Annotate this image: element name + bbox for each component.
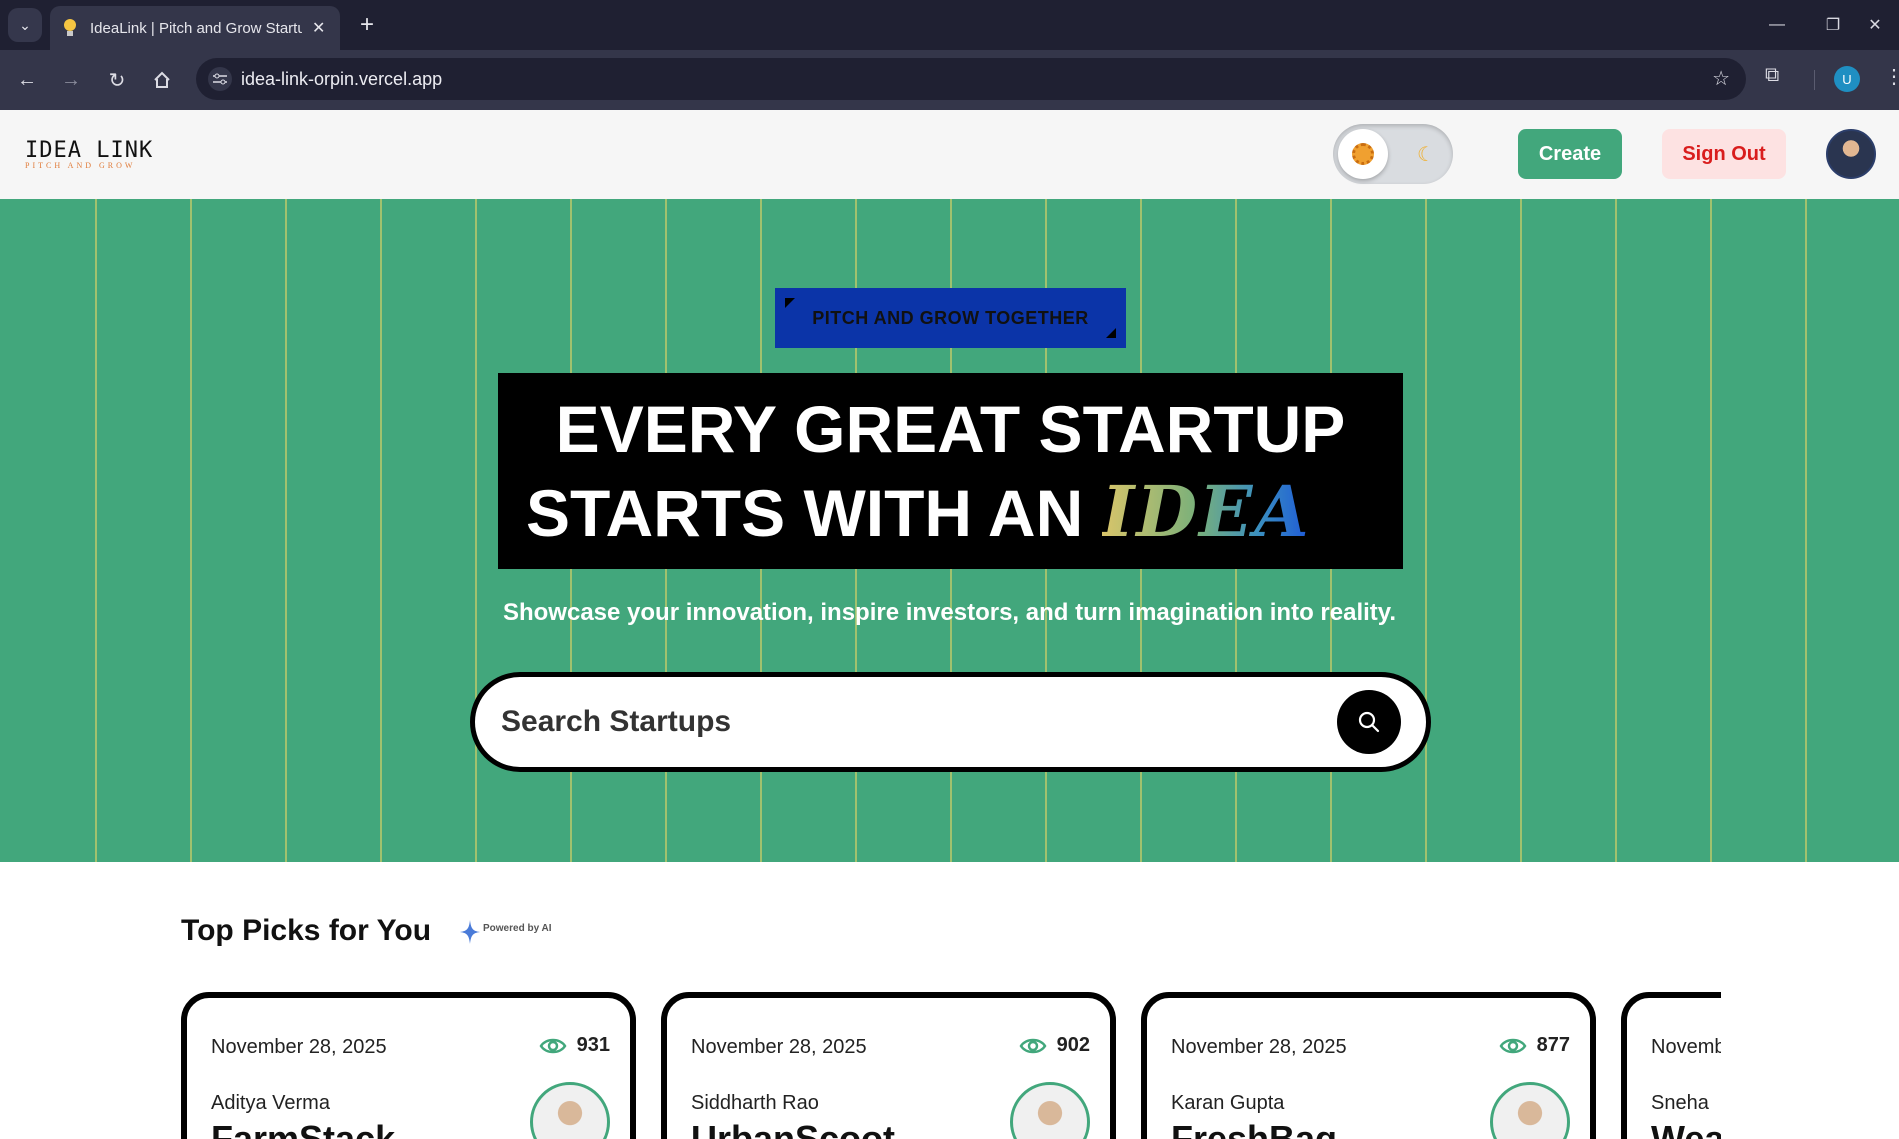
headline-highlight: IDEA bbox=[1101, 470, 1311, 553]
hero-section: PITCH AND GROW TOGETHER EVERY GREAT STAR… bbox=[0, 199, 1899, 862]
card-views-count: 902 bbox=[1056, 1034, 1090, 1056]
sparkle-icon bbox=[460, 920, 480, 944]
card-views: 877 bbox=[1499, 1034, 1570, 1057]
card-author[interactable]: Sneha bbox=[1651, 1092, 1709, 1115]
card-views: 931 bbox=[539, 1034, 610, 1057]
close-window-button[interactable]: ✕ bbox=[1860, 10, 1890, 40]
startup-card[interactable]: November 28, 2025 Sneha Wea bbox=[1621, 992, 1721, 1139]
search-form bbox=[470, 672, 1431, 772]
card-author-avatar[interactable] bbox=[1010, 1082, 1090, 1139]
close-icon[interactable]: ✕ bbox=[312, 18, 325, 38]
site-settings-icon[interactable] bbox=[208, 67, 232, 91]
card-author-avatar[interactable] bbox=[530, 1082, 610, 1139]
toolbar-separator bbox=[1814, 70, 1815, 90]
site-logo[interactable]: IDEA LINK PITCH AND GROW bbox=[25, 140, 153, 170]
new-tab-button[interactable]: + bbox=[352, 10, 382, 40]
card-author[interactable]: Karan Gupta bbox=[1171, 1092, 1284, 1115]
card-title[interactable]: FarmStack bbox=[211, 1118, 395, 1139]
eye-icon bbox=[539, 1038, 567, 1053]
logo-sub: PITCH AND GROW bbox=[25, 161, 136, 170]
hero-stripe bbox=[1615, 199, 1617, 862]
hero-subheadline: Showcase your innovation, inspire invest… bbox=[502, 599, 1397, 626]
hero-stripe bbox=[1710, 199, 1712, 862]
card-title[interactable]: Wea bbox=[1651, 1118, 1721, 1139]
url-text: idea-link-orpin.vercel.app bbox=[241, 69, 443, 89]
hero-tag: PITCH AND GROW TOGETHER bbox=[775, 288, 1126, 348]
tab-search-button[interactable]: ⌄ bbox=[8, 8, 42, 42]
startup-card[interactable]: November 28, 2025 902 Siddharth Rao Urba… bbox=[661, 992, 1116, 1139]
hero-stripe bbox=[1520, 199, 1522, 862]
startup-card[interactable]: November 28, 2025 931 Aditya Verma FarmS… bbox=[181, 992, 636, 1139]
card-title[interactable]: UrbanScoot bbox=[691, 1118, 895, 1139]
headline-line-2: STARTS WITH AN IDEA bbox=[526, 470, 1311, 553]
card-date: November 28, 2025 bbox=[1171, 1036, 1347, 1058]
card-date: November 28, 2025 bbox=[211, 1036, 387, 1058]
logo-main: IDEA LINK bbox=[25, 138, 154, 163]
browser-tab-active[interactable]: IdeaLink | Pitch and Grow Startu ✕ bbox=[50, 6, 340, 50]
headline-line-1: EVERY GREAT STARTUP bbox=[555, 392, 1346, 466]
top-picks-title: Top Picks for You bbox=[181, 914, 432, 947]
hero-headline: EVERY GREAT STARTUP STARTS WITH AN IDEA bbox=[498, 373, 1403, 569]
card-views: 902 bbox=[1019, 1034, 1090, 1057]
address-bar[interactable]: idea-link-orpin.vercel.app ☆ bbox=[196, 58, 1746, 100]
restore-button[interactable]: ❐ bbox=[1818, 10, 1848, 40]
hero-stripe bbox=[95, 199, 97, 862]
search-input[interactable] bbox=[501, 699, 1291, 745]
card-title[interactable]: FreshBag bbox=[1171, 1118, 1337, 1139]
moon-icon: ☾ bbox=[1417, 144, 1435, 166]
extensions-icon[interactable]: ⧉ bbox=[1765, 64, 1779, 87]
bookmark-star-icon[interactable]: ☆ bbox=[1712, 66, 1730, 91]
profile-avatar[interactable]: U bbox=[1834, 66, 1860, 92]
ai-badge: Powered by AI bbox=[458, 918, 552, 951]
create-button[interactable]: Create bbox=[1518, 129, 1622, 179]
hero-tag-text: PITCH AND GROW TOGETHER bbox=[812, 307, 1089, 328]
user-avatar[interactable] bbox=[1826, 129, 1876, 179]
tab-title: IdeaLink | Pitch and Grow Startu bbox=[90, 19, 302, 37]
theme-toggle[interactable]: ☾ bbox=[1333, 124, 1453, 184]
back-icon[interactable]: ← bbox=[12, 65, 42, 95]
browser-tab-bar: ⌄ IdeaLink | Pitch and Grow Startu ✕ + —… bbox=[0, 0, 1899, 50]
search-icon bbox=[1358, 711, 1380, 733]
lightbulb-icon bbox=[62, 18, 78, 38]
minimize-button[interactable]: — bbox=[1762, 10, 1792, 40]
card-author-avatar[interactable] bbox=[1490, 1082, 1570, 1139]
browser-toolbar: ← → ↻ idea-link-orpin.vercel.app ☆ ⧉ U ⋮ bbox=[0, 50, 1899, 110]
hero-stripe bbox=[1805, 199, 1807, 862]
more-menu-icon[interactable]: ⋮ bbox=[1884, 64, 1899, 89]
hero-stripe bbox=[285, 199, 287, 862]
tag-corner-br bbox=[1106, 328, 1116, 338]
home-icon[interactable] bbox=[147, 65, 177, 95]
hero-stripe bbox=[475, 199, 477, 862]
card-date: November 28, 2025 bbox=[1651, 1036, 1721, 1058]
startup-card[interactable]: November 28, 2025 877 Karan Gupta FreshB… bbox=[1141, 992, 1596, 1139]
card-views-count: 931 bbox=[576, 1034, 610, 1056]
sun-icon bbox=[1352, 143, 1374, 165]
eye-icon bbox=[1019, 1038, 1047, 1053]
card-author[interactable]: Siddharth Rao bbox=[691, 1092, 819, 1115]
search-button[interactable] bbox=[1337, 690, 1401, 754]
card-date: November 28, 2025 bbox=[691, 1036, 867, 1058]
hero-stripe bbox=[1425, 199, 1427, 862]
ai-badge-text: Powered by AI bbox=[483, 923, 552, 934]
reload-icon[interactable]: ↻ bbox=[102, 65, 132, 95]
headline-line-2-text: STARTS WITH AN bbox=[526, 476, 1084, 550]
hero-stripe bbox=[380, 199, 382, 862]
card-author[interactable]: Aditya Verma bbox=[211, 1092, 330, 1115]
card-views-count: 877 bbox=[1536, 1034, 1570, 1056]
toggle-knob bbox=[1338, 129, 1388, 179]
chevron-down-icon: ⌄ bbox=[19, 16, 31, 33]
forward-icon[interactable]: → bbox=[56, 65, 86, 95]
hero-stripe bbox=[190, 199, 192, 862]
site-header: IDEA LINK PITCH AND GROW ☾ Create Sign O… bbox=[0, 110, 1899, 199]
startup-cards: November 28, 2025 931 Aditya Verma FarmS… bbox=[181, 992, 1721, 1139]
tag-corner-tl bbox=[785, 298, 795, 308]
eye-icon bbox=[1499, 1038, 1527, 1053]
sign-out-button[interactable]: Sign Out bbox=[1662, 129, 1786, 179]
